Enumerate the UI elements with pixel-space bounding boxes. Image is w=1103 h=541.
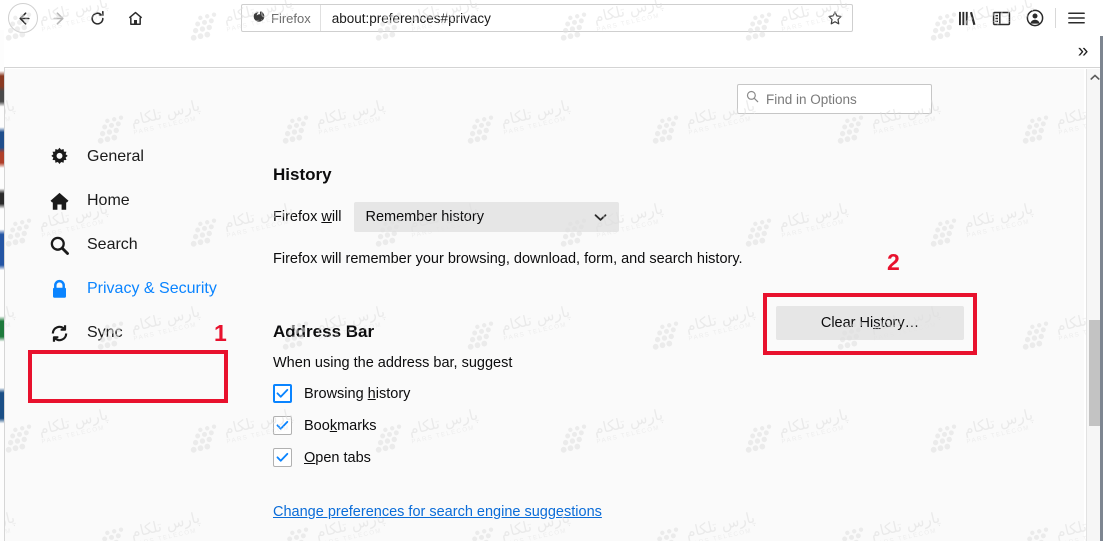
checkbox-row-open-tabs[interactable]: Open tabs — [273, 448, 973, 467]
annotation-marker-1: 1 — [214, 320, 227, 346]
search-engine-suggestions-link[interactable]: Change preferences for search engine sug… — [273, 504, 602, 520]
search-input[interactable]: Find in Options — [737, 84, 932, 114]
checkbox-label: Open tabs — [304, 449, 371, 466]
reload-button[interactable] — [80, 2, 114, 34]
history-description: Firefox will remember your browsing, dow… — [273, 251, 743, 267]
library-icon[interactable] — [950, 3, 984, 33]
url-text[interactable]: about:preferences#privacy — [321, 11, 820, 26]
gear-icon — [47, 147, 71, 168]
sidebar-item-label: Search — [87, 236, 138, 253]
address-bar-subtitle: When using the address bar, suggest — [273, 355, 513, 371]
sidebar-item-label: Privacy & Security — [87, 280, 217, 297]
history-mode-row: Firefox will Remember history — [273, 202, 973, 232]
checkbox-browsing-history[interactable] — [273, 384, 292, 403]
toolbar-divider — [1055, 8, 1056, 28]
toolbar-right-icons — [950, 3, 1093, 33]
sidebar-item-general[interactable]: General — [5, 135, 255, 179]
sidebar-item-label: General — [87, 148, 144, 165]
firefox-preferences-window: Firefox about:preferences#privacy » Find… — [0, 0, 1103, 541]
sidebar-item-home[interactable]: Home — [5, 179, 255, 223]
sidebar-toggle-icon[interactable] — [984, 3, 1018, 33]
checkbox-row-browsing-history[interactable]: Browsing history — [273, 384, 973, 403]
identity-box[interactable]: Firefox — [242, 5, 321, 31]
sidebar-item-privacy-and-security[interactable]: Privacy & Security — [5, 267, 255, 311]
star-icon[interactable] — [820, 5, 850, 31]
search-icon — [746, 90, 759, 108]
search-placeholder: Find in Options — [766, 91, 857, 107]
checkbox-row-bookmarks[interactable]: Bookmarks — [273, 416, 973, 435]
account-icon[interactable] — [1018, 3, 1052, 33]
search-icon — [47, 235, 71, 256]
history-mode-dropdown[interactable]: Remember history — [353, 202, 619, 232]
preferences-main-pane: History Firefox will Remember history Fi… — [273, 165, 973, 521]
checkbox-label: Bookmarks — [304, 417, 377, 434]
content-left-border — [4, 68, 5, 541]
home-button[interactable] — [118, 2, 152, 34]
sidebar-item-label: Home — [87, 192, 130, 209]
firefox-will-label: Firefox will — [273, 209, 342, 225]
overflow-chevron-icon[interactable]: » — [1069, 38, 1097, 66]
annotation-marker-2: 2 — [887, 249, 900, 275]
home-icon — [47, 191, 71, 212]
annotation-box-sidebar — [28, 350, 228, 403]
url-bar[interactable]: Firefox about:preferences#privacy — [241, 4, 853, 32]
firefox-logo-icon — [252, 9, 266, 28]
sidebar-item-label: Sync — [87, 324, 123, 341]
clear-history-button[interactable]: Clear Hi s tory… — [776, 306, 964, 340]
sync-icon — [47, 323, 71, 344]
sidebar-item-search[interactable]: Search — [5, 223, 255, 267]
chevron-down-icon — [594, 213, 607, 222]
back-button[interactable] — [8, 3, 38, 33]
checkbox-open-tabs[interactable] — [273, 448, 292, 467]
identity-label: Firefox — [271, 10, 311, 26]
lock-icon — [47, 279, 71, 300]
forward-button[interactable] — [42, 2, 76, 34]
checkbox-label: Browsing history — [304, 385, 411, 402]
preferences-content: Find in Options General Home Search Priv… — [5, 69, 1084, 541]
history-mode-value: Remember history — [365, 209, 484, 225]
bookmarks-toolbar — [0, 36, 1103, 68]
history-section-title: History — [273, 165, 332, 184]
adjacent-window-sliver — [0, 30, 4, 541]
checkbox-bookmarks[interactable] — [273, 416, 292, 435]
hamburger-menu-icon[interactable] — [1059, 3, 1093, 33]
